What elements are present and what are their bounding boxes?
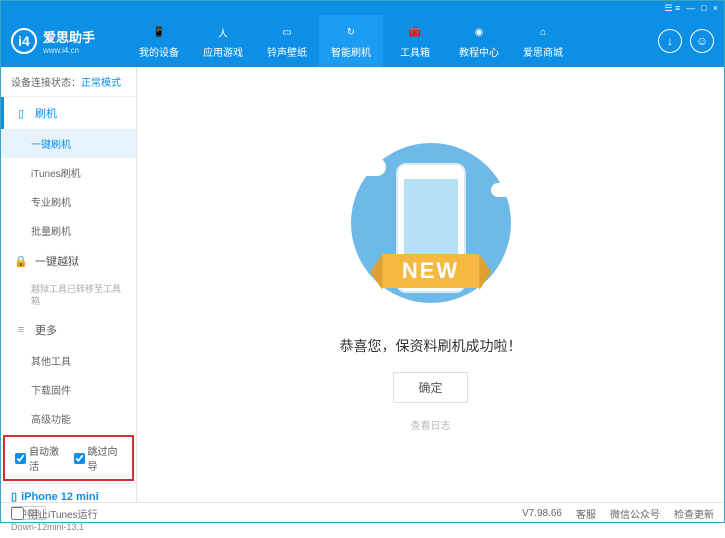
sub-pro-flash[interactable]: 专业刷机 [1, 187, 136, 216]
device-name: ▯ iPhone 12 mini [11, 490, 126, 503]
user-button[interactable]: ☺ [690, 29, 714, 53]
phone-icon: 📱 [150, 23, 168, 41]
confirm-button[interactable]: 确定 [393, 372, 467, 403]
connection-status: 设备连接状态：正常模式 [1, 67, 136, 97]
apps-icon: 人 [214, 23, 232, 41]
device-info: Down-12mini-13,1 [11, 522, 126, 532]
toolbox-icon: 🧰 [406, 23, 424, 41]
main-content: NEW 恭喜您，保资料刷机成功啦！ 确定 查看日志 [137, 67, 724, 502]
lock-icon: 🔒 [15, 255, 27, 267]
nav-apps[interactable]: 人应用游戏 [191, 15, 255, 67]
tutorial-icon: ◉ [470, 23, 488, 41]
download-button[interactable]: ↓ [658, 29, 682, 53]
store-icon: ⌂ [534, 23, 552, 41]
minimize-button[interactable]: — [686, 3, 695, 13]
sub-advanced[interactable]: 高级功能 [1, 404, 136, 433]
nav: 📱我的设备 人应用游戏 ▭铃声壁纸 ↻智能刷机 🧰工具箱 ◉教程中心 ⌂爱思商城 [127, 15, 658, 67]
sidebar: 设备连接状态：正常模式 ▯ 刷机 一键刷机 iTunes刷机 专业刷机 批量刷机… [1, 67, 137, 502]
flash-icon: ↻ [342, 23, 360, 41]
new-banner: NEW [382, 254, 479, 288]
titlebar: ☰ ≡ — □ × [1, 1, 724, 15]
success-message: 恭喜您，保资料刷机成功啦！ [340, 336, 522, 356]
wechat-link[interactable]: 微信公众号 [610, 506, 660, 521]
section-flash[interactable]: ▯ 刷机 [1, 97, 136, 129]
device-icon: ▯ [11, 490, 17, 503]
options-row: 自动激活 跳过向导 [3, 435, 134, 481]
sub-batch-flash[interactable]: 批量刷机 [1, 216, 136, 245]
app-title: 爱思助手 [43, 27, 95, 46]
version-label: V7.98.66 [522, 508, 562, 519]
maximize-button[interactable]: □ [701, 3, 706, 13]
nav-store[interactable]: ⌂爱思商城 [511, 15, 575, 67]
menu-icon[interactable]: ☰ ≡ [664, 3, 680, 14]
section-more[interactable]: ≡ 更多 [1, 314, 136, 346]
more-icon: ≡ [15, 324, 27, 336]
nav-flash[interactable]: ↻智能刷机 [319, 15, 383, 67]
sub-itunes-flash[interactable]: iTunes刷机 [1, 158, 136, 187]
sub-other-tools[interactable]: 其他工具 [1, 346, 136, 375]
nav-my-device[interactable]: 📱我的设备 [127, 15, 191, 67]
skip-guide-checkbox[interactable]: 跳过向导 [74, 443, 123, 473]
nav-ringtones[interactable]: ▭铃声壁纸 [255, 15, 319, 67]
service-link[interactable]: 客服 [576, 506, 596, 521]
sub-oneclick-flash[interactable]: 一键刷机 [1, 129, 136, 158]
update-link[interactable]: 检查更新 [674, 506, 714, 521]
logo-icon: i4 [11, 28, 37, 54]
app-subtitle: www.i4.cn [43, 46, 95, 55]
nav-tutorials[interactable]: ◉教程中心 [447, 15, 511, 67]
header: i4 爱思助手 www.i4.cn 📱我的设备 人应用游戏 ▭铃声壁纸 ↻智能刷… [1, 15, 724, 67]
jailbreak-note: 越狱工具已转移至工具箱 [1, 277, 136, 314]
nav-toolbox[interactable]: 🧰工具箱 [383, 15, 447, 67]
section-jailbreak[interactable]: 🔒 一键越狱 [1, 245, 136, 277]
logo: i4 爱思助手 www.i4.cn [11, 27, 127, 55]
wallpaper-icon: ▭ [278, 23, 296, 41]
block-itunes-checkbox[interactable]: 阻止iTunes运行 [11, 506, 98, 521]
close-button[interactable]: × [713, 3, 718, 13]
view-log-link[interactable]: 查看日志 [411, 417, 451, 432]
auto-activate-checkbox[interactable]: 自动激活 [15, 443, 64, 473]
sub-download-firmware[interactable]: 下载固件 [1, 375, 136, 404]
success-illustration: NEW [331, 138, 531, 318]
phone-icon: ▯ [15, 107, 27, 119]
